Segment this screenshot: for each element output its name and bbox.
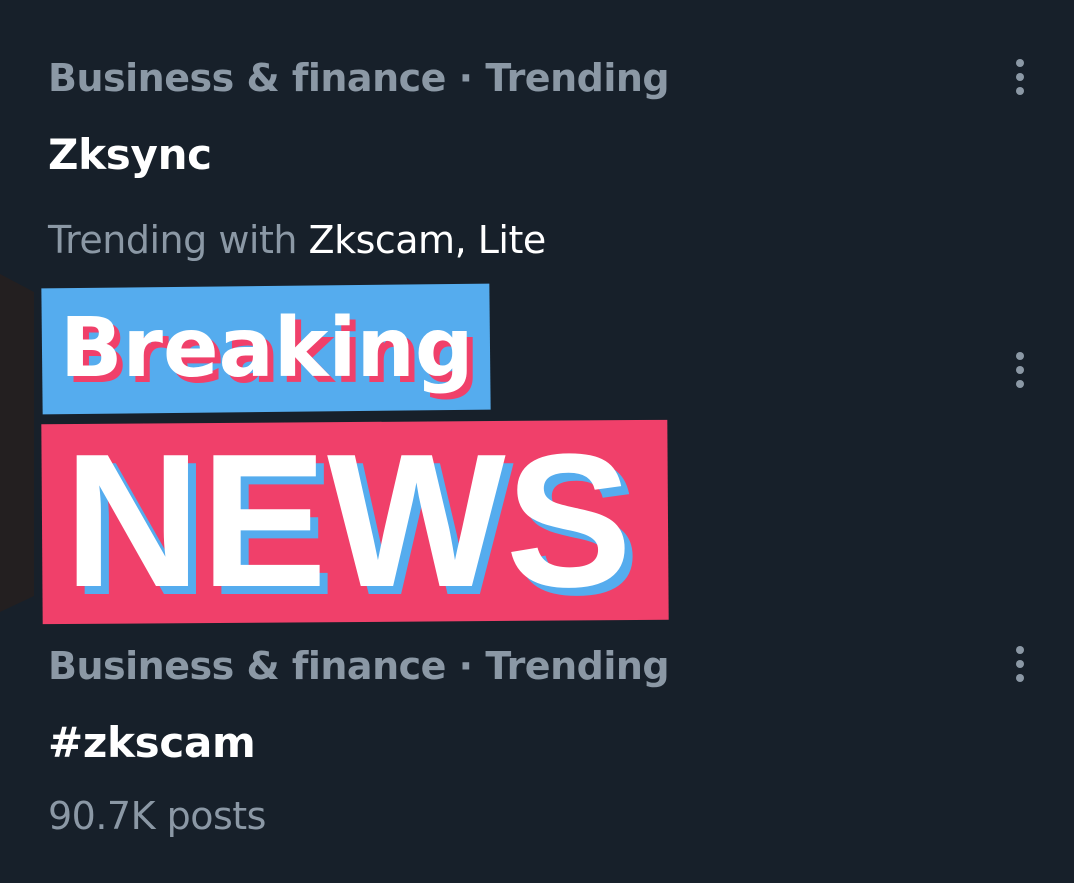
trend-category: Business & finance · Trending bbox=[48, 644, 670, 688]
trend-title: #zkscam bbox=[48, 718, 256, 767]
trend-category: Business & finance · Trending bbox=[48, 56, 670, 100]
more-vertical-icon[interactable] bbox=[1000, 641, 1040, 687]
trend-related: Trending with Zkscam, Lite bbox=[48, 218, 546, 262]
news-text: NEWS bbox=[64, 415, 632, 627]
trend-title: Zksync bbox=[48, 130, 212, 179]
trend-related-terms[interactable]: Zkscam, Lite bbox=[309, 218, 547, 262]
more-vertical-icon[interactable] bbox=[1000, 347, 1040, 393]
trend-related-prefix: Trending with bbox=[48, 218, 309, 262]
more-vertical-icon[interactable] bbox=[1000, 54, 1040, 100]
breaking-text: Breaking bbox=[60, 301, 474, 396]
breaking-news-image[interactable]: Breaking Breaking NEWS NEWS bbox=[0, 270, 680, 630]
trend-post-count: 90.7K posts bbox=[48, 794, 266, 838]
